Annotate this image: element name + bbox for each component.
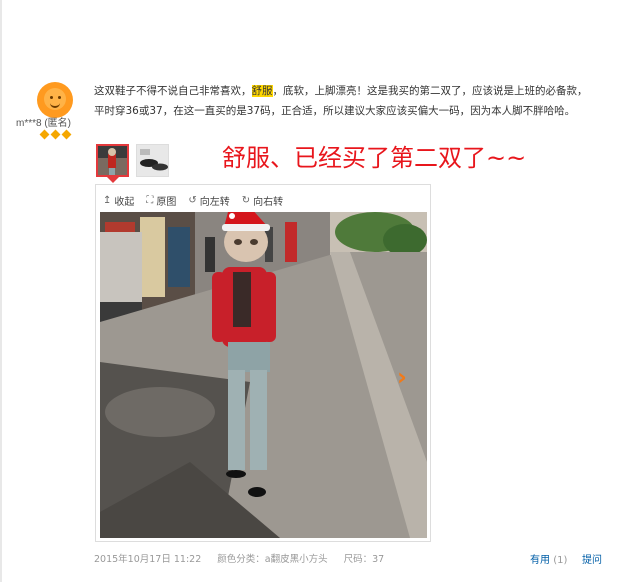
image-viewer: ↥ 收起 ⛶ 原图 ↺ 向左转 ↻ 向右转 ›	[95, 184, 431, 542]
ask-question-link[interactable]: 提问	[582, 551, 602, 566]
rotate-left-icon: ↺	[188, 195, 197, 206]
user-level-badge	[39, 129, 72, 140]
useful-label: 有用	[530, 555, 550, 566]
review-text-part: 这双鞋子不得不说自己非常喜欢，	[94, 85, 252, 97]
rotate-right-icon: ↻	[241, 195, 251, 206]
left-frame-border	[0, 0, 2, 582]
original-image-label: 原图	[156, 197, 177, 208]
review-highlight-tag: 舒服	[251, 85, 273, 97]
collapse-button[interactable]: ↥ 收起	[103, 193, 134, 208]
level-diamond-icon	[50, 129, 61, 140]
collapse-icon: ↥	[103, 195, 112, 206]
rotate-left-label: 向左转	[199, 197, 230, 208]
level-diamond-icon	[39, 129, 50, 140]
avatar-eye-right	[58, 96, 61, 99]
useful-count: (1)	[553, 555, 568, 566]
annotation-text: 舒服、已经买了第二双了~~	[222, 144, 527, 172]
size-info: 尺码：37	[343, 554, 385, 565]
review-date: 2015年10月17日 11:22	[94, 554, 202, 565]
rotate-left-button[interactable]: ↺ 向左转	[188, 193, 229, 208]
user-avatar[interactable]	[37, 82, 73, 118]
original-image-button[interactable]: ⛶ 原图	[146, 193, 176, 208]
useful-button[interactable]: 有用 (1)	[530, 551, 567, 566]
review-photo-thumbnail-1[interactable]	[96, 144, 129, 177]
rotate-right-label: 向右转	[253, 197, 284, 208]
collapse-label: 收起	[114, 197, 135, 208]
review-photo-large	[100, 212, 427, 538]
next-image-arrow-icon[interactable]: ›	[397, 363, 407, 391]
viewer-toolbar: ↥ 收起 ⛶ 原图 ↺ 向左转 ↻ 向右转	[103, 193, 283, 208]
color-classification: 颜色分类：a翻皮黑小方头	[217, 554, 328, 565]
username[interactable]: m***8 (匿名)	[16, 114, 96, 129]
level-diamond-icon	[61, 129, 72, 140]
selected-thumbnail-indicator	[107, 177, 119, 183]
review-photo-thumbnail-2[interactable]	[136, 144, 169, 177]
expand-icon: ⛶	[146, 195, 154, 206]
avatar-eye-left	[50, 96, 53, 99]
review-text: 这双鞋子不得不说自己非常喜欢，舒服，底软，上脚漂亮！这是我买的第二双了，应该说是…	[94, 81, 594, 121]
rotate-right-button[interactable]: ↻ 向右转	[242, 193, 283, 208]
review-meta: 2015年10月17日 11:22 颜色分类：a翻皮黑小方头 尺码：37	[94, 551, 384, 565]
